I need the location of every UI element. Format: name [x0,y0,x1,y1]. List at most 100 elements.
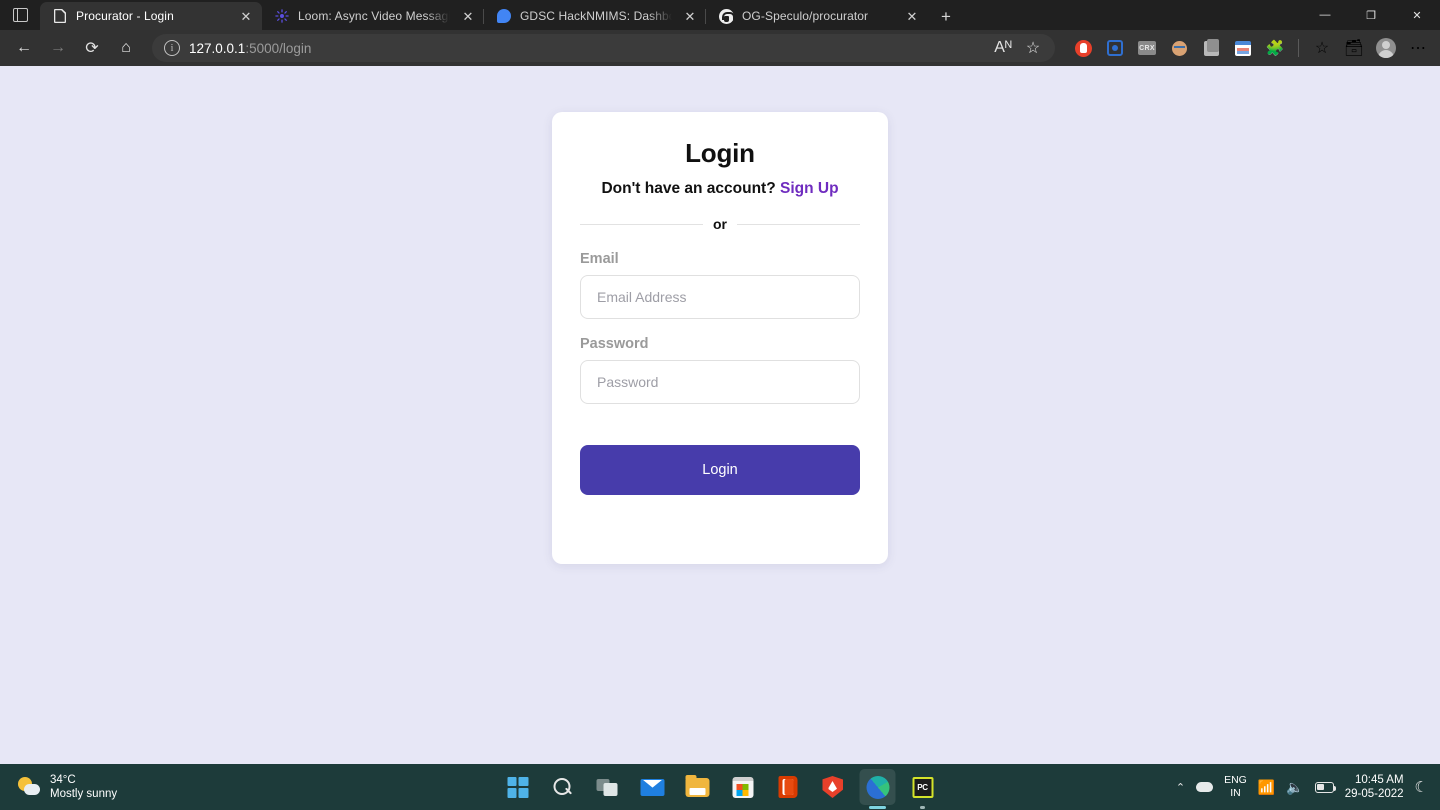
tab-close-icon[interactable]: ✕ [458,6,478,26]
battery-icon[interactable] [1314,781,1337,793]
language-line-1: ENG [1224,774,1247,786]
signup-link[interactable]: Sign Up [780,180,839,197]
tab-title: OG-Speculo/procurator [742,9,869,23]
info-icon[interactable]: i [164,40,180,56]
tab-title: GDSC HackNMIMS: Dashboard | [520,9,672,23]
password-label: Password [580,336,649,352]
weather-text: 34°C Mostly sunny [50,773,117,801]
address-bar[interactable]: i 127.0.0.1:5000/login Aᴺ ☆ [152,34,1055,62]
signup-prompt-text: Don't have an account? [601,180,776,197]
search-icon [553,777,572,797]
loom-icon [274,8,290,24]
toolbar-divider [1298,39,1299,57]
system-tray: ⌃ ENG IN 📶 🔈 10:45 AM 29-05-2022 ☾ [1176,773,1440,801]
tab-title: Loom: Async Video Messaging f [298,9,450,23]
tab-list: Procurator - Login ✕ Loom: Async Video M… [40,0,961,30]
language-indicator[interactable]: ENG IN [1224,774,1247,800]
tab-title: Procurator - Login [76,9,174,23]
weather-condition: Mostly sunny [50,788,118,800]
browser-window: Procurator - Login ✕ Loom: Async Video M… [0,0,1440,810]
start-button[interactable] [500,769,536,805]
crx-icon[interactable]: CRX [1133,34,1161,62]
docs-icon[interactable] [1197,34,1225,62]
email-input[interactable] [580,275,860,319]
ellipsis-icon[interactable]: ⋯ [1404,34,1432,62]
divider-line-right [737,223,860,225]
favorites-icon[interactable]: ☆ [1308,34,1336,62]
browser-tab-1[interactable]: Procurator - Login ✕ [40,2,262,30]
clock-time: 10:45 AM [1354,774,1404,786]
login-card: Login Don't have an account? Sign Up or … [552,112,888,564]
tab-close-icon[interactable]: ✕ [902,6,922,26]
microsoft-store-button[interactable] [725,769,761,805]
gdsc-icon [496,8,512,24]
refresh-button[interactable]: ⟳ [76,33,108,63]
file-explorer-button[interactable] [680,769,716,805]
tab-strip: Procurator - Login ✕ Loom: Async Video M… [0,0,1440,30]
puzzle-icon[interactable]: 🧩 [1261,34,1289,62]
add-favorite-icon[interactable]: ☆ [1019,35,1047,61]
browser-tab-2[interactable]: Loom: Async Video Messaging f ✕ [262,2,484,30]
page-content: Login Don't have an account? Sign Up or … [0,66,1440,764]
back-button[interactable]: ← [8,33,40,63]
divider: or [580,216,860,232]
tab-close-icon[interactable]: ✕ [680,6,700,26]
clock[interactable]: 10:45 AM 29-05-2022 [1345,773,1404,801]
password-field-group: Password [580,336,860,404]
mail-icon [640,778,665,796]
browser-tab-4[interactable]: OG-Speculo/procurator ✕ [706,2,928,30]
folder-icon [685,774,710,797]
task-view-button[interactable] [590,769,626,805]
password-input[interactable] [580,360,860,404]
office-icon [778,776,797,798]
face-icon[interactable] [1165,34,1193,62]
minimize-button[interactable]: — [1302,0,1348,30]
edge-button[interactable] [859,769,896,805]
notifications-icon[interactable]: ☾ [1415,778,1428,796]
browser-tab-3[interactable]: GDSC HackNMIMS: Dashboard | ✕ [484,2,706,30]
sidebar-toggle-icon[interactable] [0,0,40,30]
split-pane-icon [12,8,28,22]
sun-cloud-icon [18,776,40,798]
read-aloud-icon[interactable]: Aᴺ [989,35,1017,61]
task-view-icon [596,778,619,796]
window-controls: — ❐ ✕ [1302,0,1440,30]
windows-icon [507,776,528,798]
clock-date: 29-05-2022 [1344,788,1404,800]
wifi-icon[interactable]: 📶 [1258,779,1275,796]
forward-button: → [50,39,66,56]
volume-icon[interactable]: 🔈 [1286,779,1303,796]
login-button[interactable]: Login [580,445,860,495]
home-button[interactable]: ⌂ [110,33,142,63]
tab-close-icon[interactable]: ✕ [236,6,256,26]
taskbar-weather-widget[interactable]: 34°C Mostly sunny [0,773,117,801]
search-button[interactable] [545,769,581,805]
signup-prompt: Don't have an account? Sign Up [580,180,860,198]
edge-icon [866,775,889,799]
language-line-2: IN [1230,787,1241,799]
email-field-group: Email [580,251,860,319]
url-host: 127.0.0.1 [189,40,246,56]
collections-icon[interactable]: 🗃 [1340,34,1368,62]
close-button[interactable]: ✕ [1394,0,1440,30]
extensions-area: CRX 🧩 ☆ 🗃 ⋯ [1063,34,1432,62]
document-icon [52,8,68,24]
divider-label: or [713,216,727,232]
page-title: Login [685,138,755,168]
brave-button[interactable] [815,769,851,805]
address-bar-url: 127.0.0.1:5000/login [189,41,311,56]
email-label: Email [580,251,619,267]
pycharm-icon: PC [912,776,933,798]
new-tab-button[interactable]: + [931,2,961,30]
maximize-button[interactable]: ❐ [1348,0,1394,30]
weather-temperature: 34°C [50,774,76,786]
calendar-icon[interactable] [1229,34,1257,62]
office-button[interactable] [770,769,806,805]
blue-square-icon[interactable] [1101,34,1129,62]
cloud-icon[interactable] [1196,782,1214,792]
pycharm-button[interactable]: PC [905,769,941,805]
brave-shield-icon[interactable] [1069,34,1097,62]
mail-button[interactable] [635,769,671,805]
show-hidden-icons-button[interactable]: ⌃ [1176,781,1185,794]
avatar-icon[interactable] [1372,34,1400,62]
